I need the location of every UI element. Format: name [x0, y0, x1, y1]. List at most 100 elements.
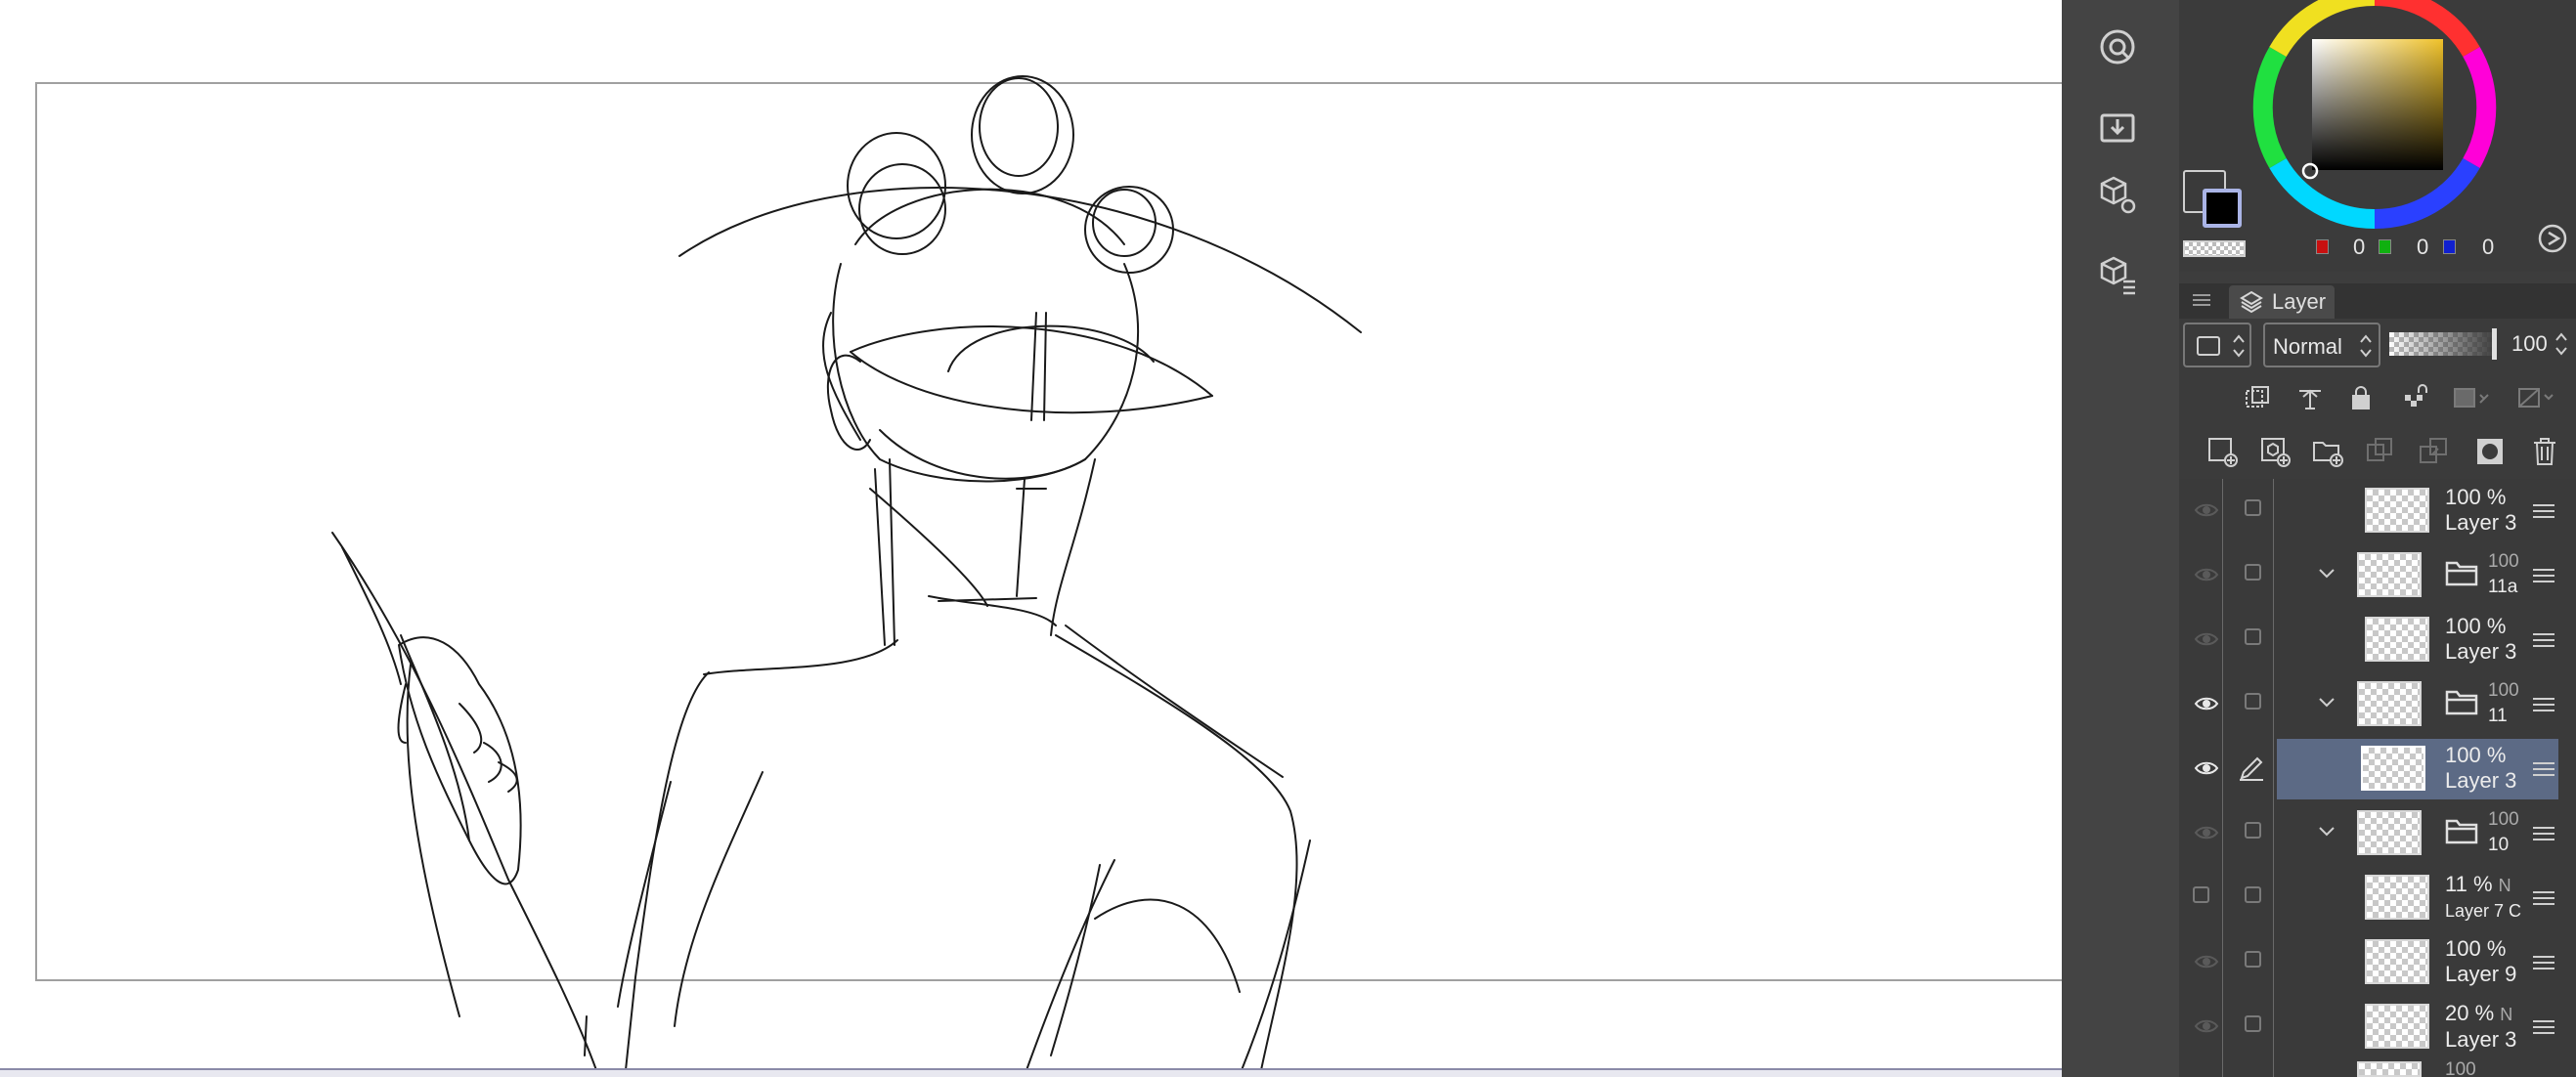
red-value: 0: [2353, 235, 2366, 259]
visibility-checkbox[interactable]: [2193, 886, 2209, 903]
layer-label: 100: [2445, 1059, 2476, 1077]
sketch-drawing: [331, 75, 1362, 1071]
layer-label: 20 % N Layer 3: [2445, 1001, 2517, 1052]
layer-label: 100 % Layer 3: [2445, 614, 2517, 664]
navigator-icon[interactable]: [2088, 18, 2147, 76]
layer-list: 100 % Layer 3 100 11a 100 % Layer 3 100 …: [2179, 479, 2576, 1077]
new-3d-layer-icon[interactable]: [2253, 430, 2296, 473]
visibility-eye-icon[interactable]: [2193, 822, 2220, 843]
layer-label: 100 10: [2488, 809, 2519, 855]
blend-mode-value: Normal: [2273, 334, 2342, 359]
clip-to-layer-icon[interactable]: [2236, 376, 2279, 419]
transparent-color-swatch[interactable]: [2183, 240, 2246, 257]
green-value: 0: [2417, 235, 2429, 259]
import-icon[interactable]: [2088, 98, 2147, 156]
pen-edit-icon: [2238, 754, 2265, 782]
3d-layers-icon[interactable]: [2088, 246, 2147, 305]
new-raster-layer-icon[interactable]: [2201, 430, 2244, 473]
opacity-value[interactable]: 100: [2511, 331, 2548, 357]
green-channel-swatch: [2379, 239, 2391, 254]
layer-checkbox[interactable]: [2245, 628, 2261, 645]
visibility-eye-icon[interactable]: [2193, 499, 2220, 521]
blue-value: 0: [2482, 235, 2495, 259]
color-wheel[interactable]: [2179, 0, 2576, 272]
visibility-eye-icon[interactable]: [2193, 951, 2220, 972]
layer-menu-icon[interactable]: [2533, 500, 2554, 522]
chevron-down-icon[interactable]: [2318, 568, 2336, 580]
layer-menu-icon[interactable]: [2533, 758, 2554, 780]
panel-menu-icon[interactable]: [2193, 291, 2210, 309]
layer-row[interactable]: 100 % Layer 9: [2179, 930, 2576, 995]
opacity-slider[interactable]: [2389, 328, 2497, 360]
drawing-canvas[interactable]: [0, 0, 2062, 1077]
layer-row[interactable]: 20 % N Layer 3: [2179, 995, 2576, 1059]
chevron-down-icon[interactable]: [2318, 697, 2336, 709]
sub-color-swatch[interactable]: [2203, 189, 2242, 228]
tab-layer-label: Layer: [2272, 289, 2327, 314]
visibility-eye-icon[interactable]: [2193, 1015, 2220, 1037]
updown-icon: [2233, 334, 2245, 358]
layer-menu-icon[interactable]: [2533, 887, 2554, 909]
layer-checkbox[interactable]: [2245, 1015, 2261, 1032]
layer-checkbox[interactable]: [2245, 564, 2261, 581]
layer-thumbnail: [2365, 875, 2429, 920]
mask-display-icon[interactable]: [2515, 376, 2558, 419]
visibility-eye-icon[interactable]: [2193, 564, 2220, 585]
merge-layer-icon[interactable]: [2412, 430, 2455, 473]
reference-layer-icon[interactable]: [2289, 376, 2332, 419]
canvas-bottom-edge: [0, 1068, 2062, 1077]
blend-mode-select[interactable]: Normal: [2263, 323, 2380, 367]
layer-folder-row[interactable]: 100: [2179, 1059, 2576, 1077]
layer-type-select[interactable]: [2183, 323, 2251, 367]
lock-icon[interactable]: [2339, 376, 2382, 419]
layer-checkbox[interactable]: [2245, 822, 2261, 839]
layer-menu-icon[interactable]: [2533, 694, 2554, 715]
layer-checkbox[interactable]: [2245, 951, 2261, 968]
layer-checkbox[interactable]: [2245, 886, 2261, 903]
delete-icon[interactable]: [2523, 430, 2566, 473]
layer-panel-header: Layer: [2179, 283, 2576, 319]
layer-label: 100 11a: [2488, 551, 2519, 597]
visibility-eye-icon[interactable]: [2193, 757, 2220, 779]
layer-menu-icon[interactable]: [2533, 629, 2554, 651]
layer-folder-row[interactable]: 100 11: [2179, 672, 2576, 737]
red-channel-swatch: [2316, 239, 2329, 254]
play-icon[interactable]: [2537, 223, 2568, 254]
lock-transparency-icon[interactable]: [2394, 376, 2437, 419]
layer-folder-row[interactable]: 100 10: [2179, 801, 2576, 866]
blue-channel-swatch: [2443, 239, 2456, 254]
layer-label: 100 11: [2488, 680, 2519, 726]
opacity-slider-handle[interactable]: [2492, 328, 2497, 360]
updown-icon: [2360, 334, 2372, 358]
visibility-eye-icon[interactable]: [2193, 693, 2220, 714]
layer-row[interactable]: 100 % Layer 3: [2179, 479, 2576, 543]
folder-thumbnail: [2357, 810, 2422, 855]
mask-enable-icon[interactable]: [2451, 376, 2494, 419]
visibility-eye-icon[interactable]: [2193, 628, 2220, 650]
layer-folder-row[interactable]: 100 11a: [2179, 543, 2576, 608]
layer-menu-icon[interactable]: [2533, 823, 2554, 844]
layer-label: 11 % N Layer 7 C: [2445, 872, 2522, 921]
layer-thumbnail: [2365, 939, 2429, 984]
chevron-down-icon[interactable]: [2318, 826, 2336, 838]
layer-checkbox[interactable]: [2245, 693, 2261, 710]
layer-row[interactable]: 100 % Layer 3: [2179, 608, 2576, 672]
layer-menu-icon[interactable]: [2533, 952, 2554, 973]
tool-strip: [2062, 0, 2179, 1077]
folder-icon: [2445, 819, 2478, 844]
opacity-stepper-icon[interactable]: [2554, 330, 2568, 358]
folder-thumbnail: [2357, 552, 2422, 597]
layer-label: 100 % Layer 9: [2445, 936, 2517, 986]
layer-menu-icon[interactable]: [2533, 565, 2554, 586]
layer-row[interactable]: 11 % N Layer 7 C: [2179, 866, 2576, 930]
3d-settings-icon[interactable]: [2088, 166, 2147, 225]
layer-row-selected[interactable]: 100 % Layer 3: [2179, 737, 2576, 801]
tab-layer[interactable]: Layer: [2229, 285, 2335, 319]
copy-layer-icon[interactable]: [2359, 430, 2402, 473]
layer-checkbox[interactable]: [2245, 499, 2261, 516]
layer-menu-icon[interactable]: [2533, 1016, 2554, 1038]
new-folder-icon[interactable]: [2306, 430, 2349, 473]
mask-icon[interactable]: [2468, 430, 2511, 473]
layer-property-row: Normal 100: [2179, 319, 2576, 371]
right-panel: 0 0 0 Layer Normal 100 100 % Layer 3 100…: [2179, 0, 2576, 1077]
